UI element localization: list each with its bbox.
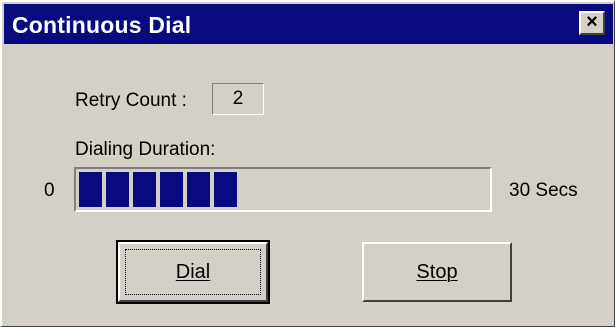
stop-button-label: Stop	[416, 261, 458, 283]
progress-min-label: 0	[44, 180, 55, 201]
progress-segment	[133, 172, 156, 207]
progress-fill	[79, 172, 487, 207]
close-button[interactable]: ×	[579, 11, 605, 35]
retry-count-value: 2	[212, 83, 264, 115]
continuous-dial-dialog: Continuous Dial × Retry Count : 2 Dialin…	[0, 0, 615, 327]
dialing-progress-bar	[74, 167, 492, 212]
dial-button[interactable]: Dial	[116, 240, 270, 304]
progress-segment	[214, 172, 237, 207]
retry-count-label: Retry Count :	[75, 90, 187, 111]
stop-button[interactable]: Stop	[362, 242, 512, 302]
progress-max-label: 30 Secs	[509, 180, 578, 201]
title-bar: Continuous Dial ×	[4, 4, 613, 44]
progress-segment	[160, 172, 183, 207]
progress-segment	[106, 172, 129, 207]
window-title: Continuous Dial	[12, 12, 192, 38]
close-icon: ×	[586, 11, 598, 33]
progress-segment	[79, 172, 102, 207]
dialing-duration-label: Dialing Duration:	[75, 139, 216, 160]
progress-segment	[187, 172, 210, 207]
dial-button-label: Dial	[175, 261, 211, 283]
